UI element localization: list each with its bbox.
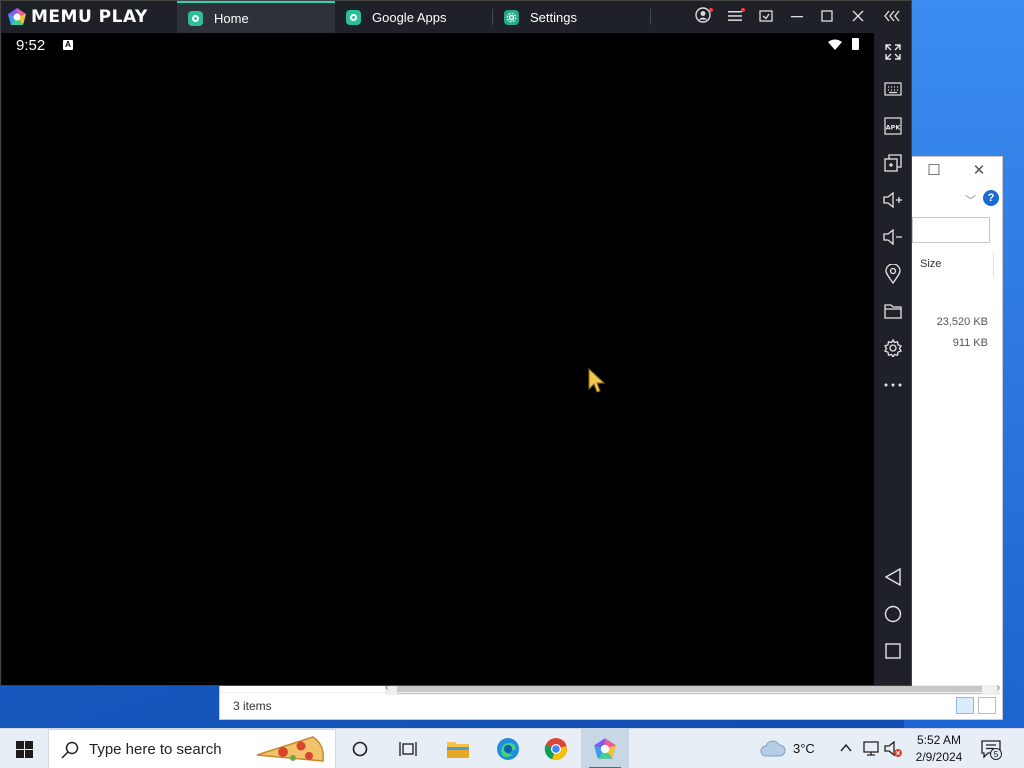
fullscreen-icon[interactable] xyxy=(881,40,905,64)
taskbar-search-input[interactable]: Type here to search xyxy=(48,729,336,768)
apk-install-icon[interactable]: APK xyxy=(881,114,905,138)
tab-google-apps[interactable]: Google Apps xyxy=(335,1,491,33)
svg-text:APK: APK xyxy=(886,124,902,132)
close-icon[interactable] xyxy=(848,7,868,27)
edge-icon xyxy=(497,738,519,760)
folder-icon xyxy=(447,742,469,758)
back-icon[interactable] xyxy=(881,565,905,589)
tab-label: Home xyxy=(214,10,249,26)
folder-icon[interactable] xyxy=(881,299,905,323)
minimize-icon[interactable] xyxy=(787,7,807,27)
explorer-statusbar: 3 items xyxy=(220,692,1002,719)
chevron-down-icon[interactable]: ﹀ xyxy=(965,192,976,208)
memu-titlebar[interactable]: MEMU PLAY Home Google Apps Settings xyxy=(1,1,911,33)
tab-home[interactable]: Home xyxy=(177,1,335,33)
battery-icon xyxy=(852,38,859,50)
help-icon[interactable]: ? xyxy=(983,190,999,206)
column-header-size[interactable]: Size xyxy=(920,258,941,270)
home-app-icon xyxy=(188,10,203,26)
settings-icon[interactable] xyxy=(881,336,905,360)
status-time: 9:52 xyxy=(16,37,46,54)
edge-taskbar-button[interactable] xyxy=(484,729,532,768)
tab-label: Google Apps xyxy=(372,9,447,25)
cortana-circle-icon xyxy=(352,741,368,757)
task-view-icon xyxy=(399,742,417,756)
tab-settings[interactable]: Settings xyxy=(493,1,649,33)
maximize-icon[interactable] xyxy=(817,7,837,27)
column-separator xyxy=(993,253,994,277)
taskbar-clock[interactable]: 5:52 AM 2/9/2024 xyxy=(905,732,973,766)
chevron-up-icon[interactable] xyxy=(840,743,852,753)
start-button[interactable] xyxy=(0,729,48,768)
task-view-button[interactable] xyxy=(384,729,432,768)
collapse-sidebar-icon[interactable] xyxy=(883,7,903,27)
screen-capture-icon[interactable] xyxy=(756,7,776,27)
memu-taskbar-button[interactable] xyxy=(581,729,629,768)
notification-count-badge: 5 xyxy=(990,748,1002,760)
maximize-icon[interactable]: ☐ xyxy=(924,161,944,181)
large-icons-view-icon[interactable] xyxy=(978,697,996,714)
clock-date: 2/9/2024 xyxy=(915,750,963,764)
chrome-taskbar-button[interactable] xyxy=(532,729,580,768)
location-icon[interactable] xyxy=(881,262,905,286)
file-explorer-taskbar-button[interactable] xyxy=(434,729,482,768)
tab-label: Settings xyxy=(530,9,577,25)
memu-sidebar: APK xyxy=(874,33,911,685)
android-screen[interactable]: 9:52 A xyxy=(2,33,874,685)
chrome-icon xyxy=(544,738,567,761)
search-icon xyxy=(61,741,79,759)
mouse-cursor-icon xyxy=(588,367,606,393)
cortana-button[interactable] xyxy=(336,729,384,768)
volume-down-icon[interactable] xyxy=(881,225,905,249)
home-icon[interactable] xyxy=(881,602,905,626)
settings-gear-icon xyxy=(504,9,519,25)
memu-logo: MEMU PLAY xyxy=(7,7,148,27)
tab-divider xyxy=(650,9,651,25)
memu-window[interactable]: MEMU PLAY Home Google Apps Settings 9:52… xyxy=(0,0,912,686)
notification-center-button[interactable]: 5 xyxy=(980,738,1002,760)
wifi-icon xyxy=(828,39,842,50)
search-placeholder: Type here to search xyxy=(89,741,222,758)
menu-icon[interactable] xyxy=(725,7,745,27)
close-icon[interactable]: ✕ xyxy=(969,161,989,181)
memu-brand-text: MEMU PLAY xyxy=(31,7,148,27)
more-options-icon[interactable] xyxy=(881,373,905,397)
memu-logo-icon xyxy=(8,8,26,25)
details-view-icon[interactable] xyxy=(956,697,974,714)
file-size: 911 KB xyxy=(952,337,988,349)
file-size: 23,520 KB xyxy=(936,316,988,328)
memu-logo-icon xyxy=(594,738,616,759)
windows-taskbar: Type here to search 3°C 5:52 AM 2/9/2024… xyxy=(0,728,1024,768)
pizza-search-highlight-icon xyxy=(256,736,325,762)
item-count: 3 items xyxy=(233,699,272,713)
weather-temperature[interactable]: 3°C xyxy=(793,741,815,756)
clock-time: 5:52 AM xyxy=(916,733,962,747)
volume-up-icon[interactable] xyxy=(881,188,905,212)
explorer-search-input[interactable] xyxy=(912,217,990,243)
keyboard-icon[interactable] xyxy=(881,77,905,101)
weather-cloud-icon[interactable] xyxy=(760,740,786,758)
multi-instance-icon[interactable] xyxy=(881,151,905,175)
status-notification-badge: A xyxy=(63,40,73,50)
google-apps-icon xyxy=(346,9,361,25)
windows-logo-icon xyxy=(15,740,33,758)
network-icon[interactable] xyxy=(862,741,880,757)
account-icon[interactable] xyxy=(693,7,713,27)
recent-apps-icon[interactable] xyxy=(881,639,905,663)
volume-muted-icon[interactable] xyxy=(884,741,904,759)
